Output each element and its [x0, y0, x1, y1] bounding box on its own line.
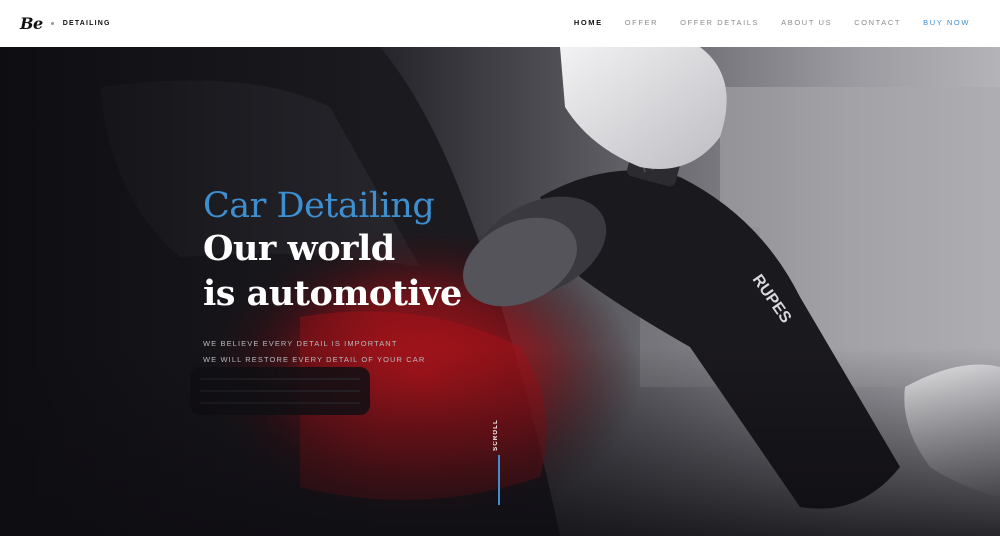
- hero-subtitle-line-2: WE WILL RESTORE EVERY DETAIL OF YOUR CAR: [203, 355, 426, 364]
- logo[interactable]: Be DETAILING: [20, 14, 111, 33]
- nav-home[interactable]: HOME: [574, 18, 603, 27]
- nav-about-us[interactable]: ABOUT US: [781, 18, 832, 27]
- logo-separator: [50, 22, 54, 25]
- site-header: Be DETAILING HOME OFFER OFFER DETAILS AB…: [0, 0, 1000, 47]
- logo-text: DETAILING: [62, 20, 111, 27]
- nav-contact[interactable]: CONTACT: [854, 18, 901, 27]
- nav-offer[interactable]: OFFER: [625, 18, 658, 27]
- hero-subtitle: WE BELIEVE EVERY DETAIL IS IMPORTANT WE …: [203, 336, 462, 368]
- logo-mark: Be: [20, 14, 43, 33]
- hero-section: RUPES Car Detailing Our world is automot…: [0, 47, 1000, 536]
- hero-accent-title: Car Detailing: [203, 186, 435, 226]
- hero-text-block: Car Detailing Our world is automotive WE…: [203, 186, 462, 368]
- scroll-indicator-line: [498, 455, 500, 505]
- nav-buy-now[interactable]: BUY NOW: [923, 18, 970, 27]
- hero-title-line-1: Our world: [203, 228, 395, 269]
- hero-title-line-2: is automotive: [203, 273, 462, 314]
- main-nav: HOME OFFER OFFER DETAILS ABOUT US CONTAC…: [552, 18, 970, 27]
- hero-background-image: RUPES: [0, 47, 1000, 536]
- scroll-indicator-label[interactable]: SCROLL: [493, 419, 507, 451]
- hero-subtitle-line-1: WE BELIEVE EVERY DETAIL IS IMPORTANT: [203, 339, 398, 348]
- nav-offer-details[interactable]: OFFER DETAILS: [680, 18, 759, 27]
